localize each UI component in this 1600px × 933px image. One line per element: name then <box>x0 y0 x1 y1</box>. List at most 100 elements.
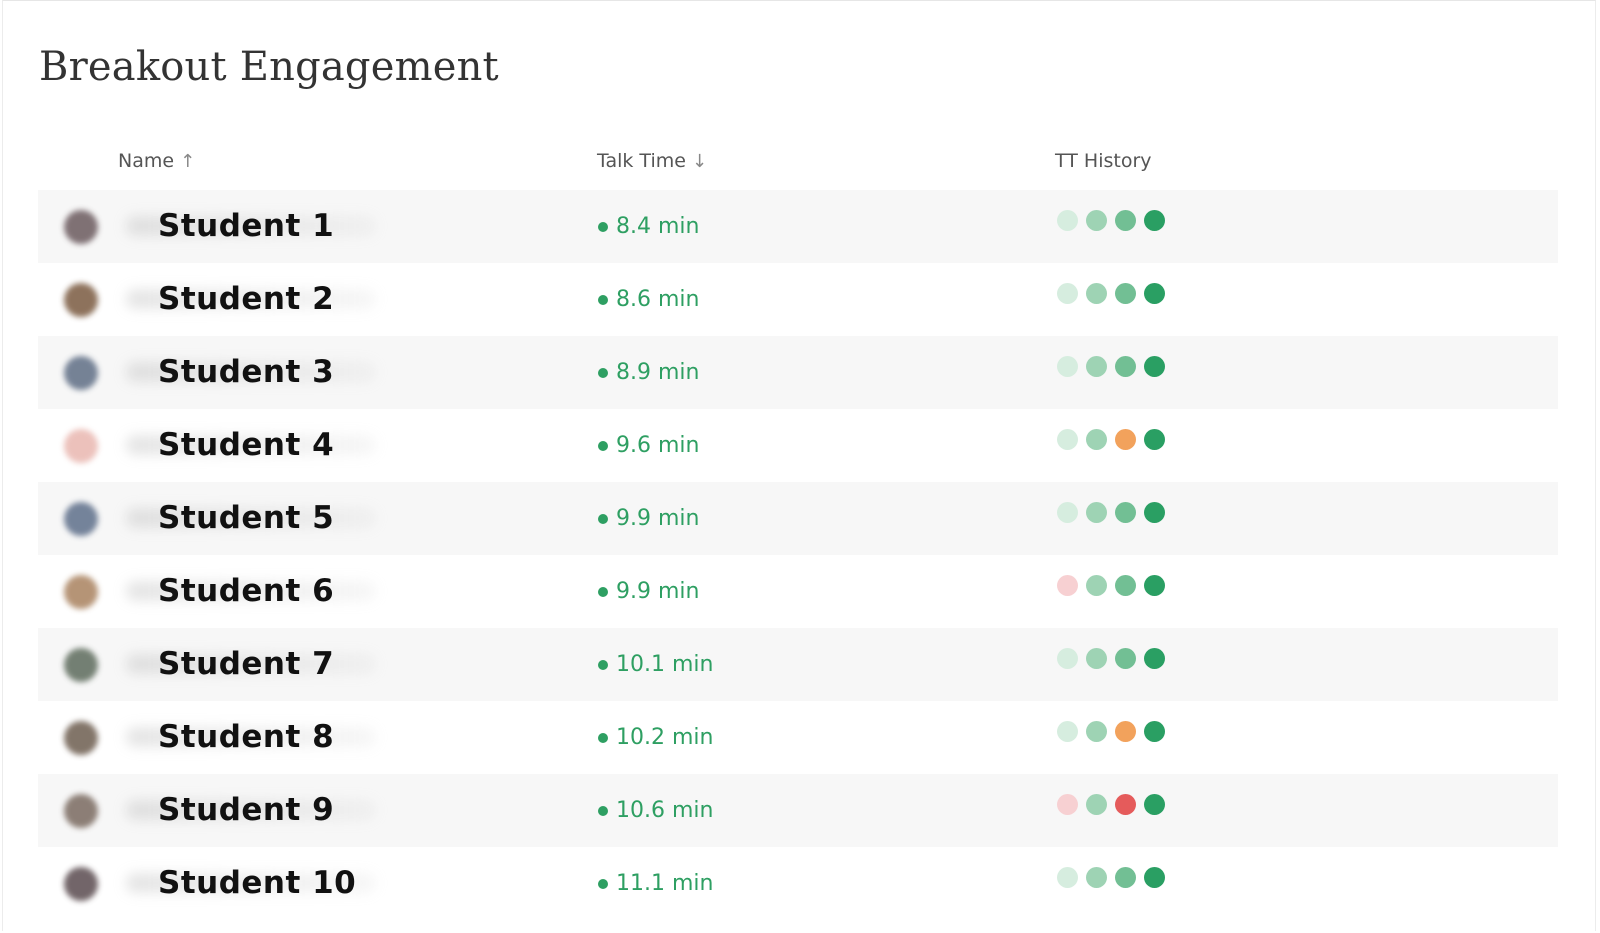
student-name: Student 1 <box>158 208 335 244</box>
table-row[interactable]: Student 5 9.9 min <box>38 482 1558 555</box>
tt-history-dots <box>1057 575 1165 596</box>
talk-time-value: 9.9 min <box>616 506 700 531</box>
talk-time-column-header[interactable]: Talk Time ↓ <box>597 150 707 172</box>
student-name: Student 4 <box>158 427 335 463</box>
tt-history-column-header: TT History <box>1055 150 1152 172</box>
table-row[interactable]: Student 8 10.2 min <box>38 701 1558 774</box>
talk-status-dot-icon <box>598 805 608 816</box>
history-dot-icon <box>1115 867 1136 888</box>
talk-time-header-label: Talk Time <box>597 150 686 172</box>
table-row[interactable]: Student 7 10.1 min <box>38 628 1558 701</box>
talk-status-dot-icon <box>598 221 608 232</box>
tt-history-header-label: TT History <box>1055 150 1152 172</box>
talk-time-cell: 9.9 min <box>598 579 699 604</box>
table-row[interactable]: Student 2 8.6 min <box>38 263 1558 336</box>
talk-time-cell: 8.4 min <box>598 214 699 239</box>
student-name: Student 8 <box>158 719 335 755</box>
history-dot-icon <box>1144 429 1165 450</box>
avatar <box>64 502 98 536</box>
talk-time-cell: 9.9 min <box>598 506 699 531</box>
history-dot-icon <box>1115 429 1136 450</box>
talk-time-cell: 8.6 min <box>598 287 699 312</box>
talk-status-dot-icon <box>598 659 608 670</box>
tt-history-dots <box>1057 283 1165 304</box>
history-dot-icon <box>1086 867 1107 888</box>
avatar <box>64 721 98 755</box>
talk-status-dot-icon <box>598 513 608 524</box>
talk-status-dot-icon <box>598 586 608 597</box>
sort-ascending-icon: ↑ <box>180 150 196 172</box>
history-dot-icon <box>1057 575 1078 596</box>
talk-status-dot-icon <box>598 294 608 305</box>
history-dot-icon <box>1057 502 1078 523</box>
tt-history-dots <box>1057 648 1165 669</box>
history-dot-icon <box>1144 356 1165 377</box>
avatar <box>64 794 98 828</box>
student-name: Student 5 <box>158 500 335 536</box>
avatar <box>64 867 98 901</box>
history-dot-icon <box>1144 283 1165 304</box>
talk-time-cell: 10.2 min <box>598 725 713 750</box>
history-dot-icon <box>1086 283 1107 304</box>
talk-time-value: 11.1 min <box>616 871 714 896</box>
student-name: Student 9 <box>158 792 335 828</box>
table-row[interactable]: Student 10 11.1 min <box>38 847 1558 920</box>
talk-status-dot-icon <box>598 878 608 889</box>
tt-history-dots <box>1057 429 1165 450</box>
name-column-header[interactable]: Name ↑ <box>118 150 195 172</box>
history-dot-icon <box>1144 867 1165 888</box>
tt-history-dots <box>1057 502 1165 523</box>
student-name: Student 2 <box>158 281 335 317</box>
talk-status-dot-icon <box>598 440 608 451</box>
tt-history-dots <box>1057 721 1165 742</box>
history-dot-icon <box>1057 429 1078 450</box>
talk-time-cell: 8.9 min <box>598 360 699 385</box>
student-name: Student 7 <box>158 646 335 682</box>
table-row[interactable]: Student 4 9.6 min <box>38 409 1558 482</box>
talk-time-value: 8.4 min <box>616 214 700 239</box>
talk-time-cell: 11.1 min <box>598 871 713 896</box>
talk-time-cell: 10.6 min <box>598 798 713 823</box>
history-dot-icon <box>1115 575 1136 596</box>
avatar <box>64 429 98 463</box>
history-dot-icon <box>1115 283 1136 304</box>
page-title: Breakout Engagement <box>39 44 499 90</box>
talk-time-value: 10.1 min <box>616 652 714 677</box>
history-dot-icon <box>1086 648 1107 669</box>
table-row[interactable]: Student 3 8.9 min <box>38 336 1558 409</box>
history-dot-icon <box>1057 283 1078 304</box>
talk-time-value: 9.6 min <box>616 433 700 458</box>
history-dot-icon <box>1144 721 1165 742</box>
history-dot-icon <box>1086 721 1107 742</box>
history-dot-icon <box>1057 867 1078 888</box>
table-row[interactable]: Student 1 8.4 min <box>38 190 1558 263</box>
history-dot-icon <box>1057 721 1078 742</box>
avatar <box>64 283 98 317</box>
table-row[interactable]: Student 9 10.6 min <box>38 774 1558 847</box>
history-dot-icon <box>1115 356 1136 377</box>
student-name: Student 6 <box>158 573 335 609</box>
history-dot-icon <box>1144 794 1165 815</box>
talk-time-value: 10.2 min <box>616 725 714 750</box>
history-dot-icon <box>1115 794 1136 815</box>
student-name: Student 3 <box>158 354 335 390</box>
student-name: Student 10 <box>158 865 357 901</box>
table-header: Name ↑ Talk Time ↓ TT History <box>0 148 1600 178</box>
talk-time-value: 8.9 min <box>616 360 700 385</box>
talk-status-dot-icon <box>598 367 608 378</box>
history-dot-icon <box>1057 648 1078 669</box>
history-dot-icon <box>1144 648 1165 669</box>
avatar <box>64 575 98 609</box>
tt-history-dots <box>1057 210 1165 231</box>
table-row[interactable]: Student 6 9.9 min <box>38 555 1558 628</box>
name-header-label: Name <box>118 150 175 172</box>
history-dot-icon <box>1057 210 1078 231</box>
avatar <box>64 356 98 390</box>
history-dot-icon <box>1144 210 1165 231</box>
tt-history-dots <box>1057 867 1165 888</box>
sort-descending-icon: ↓ <box>691 150 708 172</box>
history-dot-icon <box>1115 648 1136 669</box>
history-dot-icon <box>1086 794 1107 815</box>
talk-time-cell: 10.1 min <box>598 652 713 677</box>
history-dot-icon <box>1144 502 1165 523</box>
